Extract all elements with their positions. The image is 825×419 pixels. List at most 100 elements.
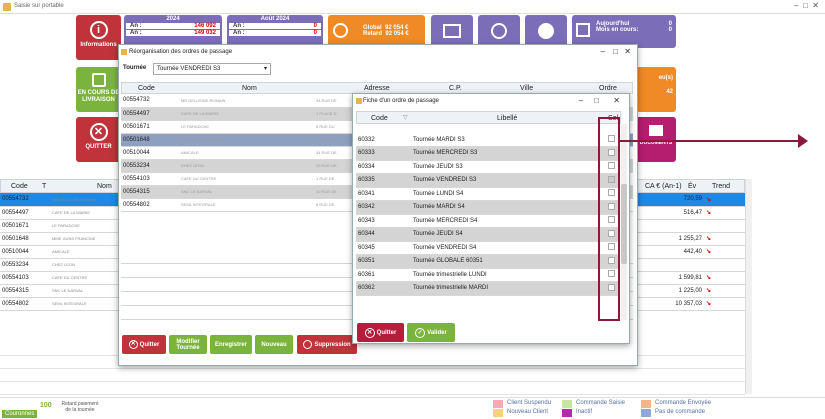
fiche-close-button[interactable]: ✕ [613,94,620,108]
fiche-row[interactable]: 60343 Tournée MERCREDI S4 [356,214,619,228]
reorg-cell-sep [171,172,179,186]
app-icon [3,3,11,11]
cell-type [36,206,50,220]
en-cours-tile[interactable]: EN COURS DE LIVRAISON [76,67,121,112]
fiche-cell-libelle: Tournée JEUDI S3 [411,160,603,174]
fiche-cell-libelle: Tournée JEUDI S4 [411,227,603,242]
fiche-row[interactable]: 60333 Tournée MERCREDI S3 [356,146,619,161]
reorg-col-code[interactable]: Code [138,85,155,92]
col-trend[interactable]: Trend [712,183,730,190]
enregistrer-label: Enregistrer [214,341,247,348]
fiche-cell-code: 60344 [356,227,411,242]
window-controls[interactable]: – □ ✕ [794,1,819,10]
reorg-minimize-button[interactable]: – [601,45,605,59]
fiche-row[interactable]: 60342 Tournée MARDI S4 [356,200,619,215]
fiche-titlebar: Fiche d'un ordre de passage – □ ✕ [353,94,629,109]
folder-icon [649,125,663,136]
informations-tile[interactable]: i Informations [76,15,121,60]
fiche-scroll-thumb[interactable] [621,184,627,264]
cell-type [36,284,50,298]
cell-trend [716,284,745,298]
reorg-app-icon [121,49,127,55]
month-an-value: 0 [313,23,317,29]
suppression-button[interactable]: Suppression [297,335,357,354]
fiche-cell-code: 60341 [356,187,411,201]
enregistrer-button[interactable]: Enregistrer [210,335,252,354]
col-ev[interactable]: Év [688,183,696,190]
fiche-cell-code: 60333 [356,146,411,161]
legend-swatch [562,409,572,417]
trend-arrow-icon: ↘ [704,297,716,311]
couronnes-label[interactable]: Couronnes [2,410,38,418]
nouveau-button[interactable]: Nouveau [255,335,293,354]
modifier-tournee-button[interactable]: Modifier Tournée [169,335,207,354]
col-code[interactable]: Code [11,183,28,190]
filter-icon[interactable]: ▽ [403,114,408,121]
fiche-window: Fiche d'un ordre de passage – □ ✕ Code ▽… [352,93,630,344]
fiche-row[interactable]: 60332 Tournée MARDI S3 [356,133,619,147]
reorg-cell-sep [171,107,179,121]
trend-arrow-icon [704,258,716,272]
reorg-cell-code: 00510044 [121,146,171,160]
informations-label: Informations [80,42,117,48]
col-ca[interactable]: CA € (An-1) [645,183,682,190]
legend-swatch [641,409,651,417]
main-grid-scrollbar[interactable] [745,179,752,394]
reorg-col-ville[interactable]: Ville [520,85,533,92]
fiche-quitter-button[interactable]: ✕ Quitter [357,323,404,342]
fiche-cell-code: 60361 [356,268,411,282]
tournee-select[interactable]: Tournée VENDREDI S3 ▾ [153,63,271,75]
legend-swatch [641,400,651,408]
month-label: Août 2024 [260,16,290,22]
reorg-cell-nom: LE PARADOXE [179,120,314,134]
fiche-title: Fiche d'un ordre de passage [363,98,439,104]
retard-label: Retard [363,31,383,37]
fiche-row[interactable]: 60362 Tournée trimestrielle MARDI [356,281,619,296]
trend-arrow-icon: ↘ [704,245,716,259]
cell-type [36,271,50,285]
reorg-quitter-button[interactable]: ✕ Quitter [122,335,166,354]
col-type[interactable]: T [42,183,46,190]
fiche-row[interactable]: 60361 Tournée trimestrielle LUNDI [356,268,619,282]
year-label: 2024 [166,16,180,22]
fiche-col-libelle[interactable]: Libellé [497,115,517,122]
reorg-col-cp[interactable]: C.P. [449,85,462,92]
fiche-col-code[interactable]: Code [371,115,388,122]
fiche-row[interactable]: 60344 Tournée JEUDI S4 [356,227,619,242]
reorg-cell-code: 00501671 [121,120,171,134]
fiche-minimize-button[interactable]: – [579,94,583,108]
fiche-row[interactable]: 60335 Tournée VENDREDI S3 [356,173,619,188]
reorg-cell-code: 00554732 [121,94,171,108]
reorg-col-adresse[interactable]: Adresse [364,85,390,92]
year-an-label: An : [130,23,142,29]
fiche-row[interactable]: 60345 Tournée VENDREDI S4 [356,241,619,255]
fiche-row[interactable]: 60334 Tournée JEUDI S3 [356,160,619,174]
fiche-scrollbar[interactable] [621,124,627,320]
fiche-row[interactable]: 60351 Tournée GLOBALE 60351 [356,254,619,269]
fiche-cell-libelle: Tournée trimestrielle MARDI [411,281,603,296]
reorg-col-ordre[interactable]: Ordre [599,85,617,92]
fiche-row[interactable]: 60341 Tournée LUNDI S4 [356,187,619,201]
chevron-down-icon: ▾ [263,66,267,72]
fiche-cell-libelle: Tournée GLOBALE 60351 [411,254,603,269]
cell-code: 00554103 [0,271,36,285]
month-an-label: An : [233,23,245,29]
cell-ca: 442,40 [640,245,704,259]
cell-code: 00554497 [0,206,36,220]
col-nom[interactable]: Nom [97,183,112,190]
cell-ca [640,258,704,272]
quitter-tile[interactable]: ✕ QUITTER [76,117,121,162]
modifier-tournee-label: Modifier Tournée [176,338,200,351]
reorg-maximize-button[interactable]: □ [613,45,618,59]
reorg-close-button[interactable]: ✕ [624,45,631,59]
reorg-col-nom[interactable]: Nom [242,85,257,92]
trend-arrow-icon: ↘ [704,284,716,298]
cell-ca: 720,59 [640,193,704,207]
year-an2-label: An : [130,30,142,36]
cell-code: 00554802 [0,297,36,311]
cell-trend [716,271,745,285]
cell-trend [716,245,745,259]
legend-swatch [493,400,503,408]
valider-button[interactable]: ✓ Valider [407,323,455,342]
fiche-maximize-button[interactable]: □ [594,94,599,108]
